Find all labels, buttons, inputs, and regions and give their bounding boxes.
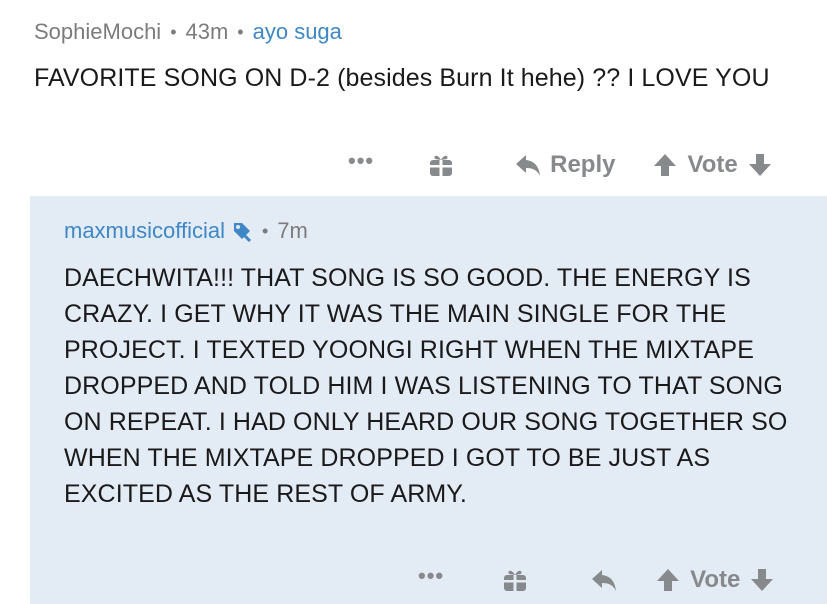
downvote-arrow-icon[interactable] [748, 152, 772, 178]
separator-dot: • [261, 220, 269, 241]
downvote-arrow-icon[interactable] [750, 567, 774, 593]
reply-comment: maxmusicofficial • 7m DAECHWITA!!! THAT … [30, 196, 827, 604]
upvote-arrow-icon[interactable] [656, 567, 680, 593]
reply-button[interactable]: Reply [550, 151, 615, 179]
vote-count: Vote [690, 566, 741, 593]
user-flair: ayo suga [252, 19, 342, 44]
more-options-button[interactable]: ••• [418, 563, 444, 589]
comment-body: FAVORITE SONG ON D-2 (besides Burn It he… [34, 64, 770, 92]
separator-dot: • [170, 21, 177, 42]
reply-arrow-icon[interactable] [514, 152, 542, 178]
reply-arrow-icon[interactable] [590, 567, 618, 593]
separator-dot: • [237, 21, 244, 42]
comment-actions: ••• Vote [418, 560, 774, 600]
gift-icon[interactable] [428, 152, 454, 178]
comment-meta: SophieMochi • 43m • ayo suga [34, 19, 342, 45]
upvote-arrow-icon[interactable] [653, 152, 677, 178]
comment-author[interactable]: SophieMochi [34, 19, 161, 45]
comment-meta: maxmusicofficial • 7m [64, 218, 308, 244]
comment-time: 7m [277, 218, 308, 243]
comment-time: 43m [185, 19, 229, 44]
comment-author[interactable]: maxmusicofficial [64, 218, 225, 244]
top-comment: SophieMochi • 43m • ayo suga FAVORITE SO… [0, 0, 827, 196]
mod-sword-icon [233, 223, 252, 242]
comment-body: DAECHWITA!!! THAT SONG IS SO GOOD. THE E… [64, 264, 788, 508]
vote-count: Vote [687, 151, 738, 178]
more-options-button[interactable]: ••• [348, 148, 374, 174]
gift-icon[interactable] [502, 567, 528, 593]
comment-actions: ••• Reply Vote [348, 145, 772, 185]
